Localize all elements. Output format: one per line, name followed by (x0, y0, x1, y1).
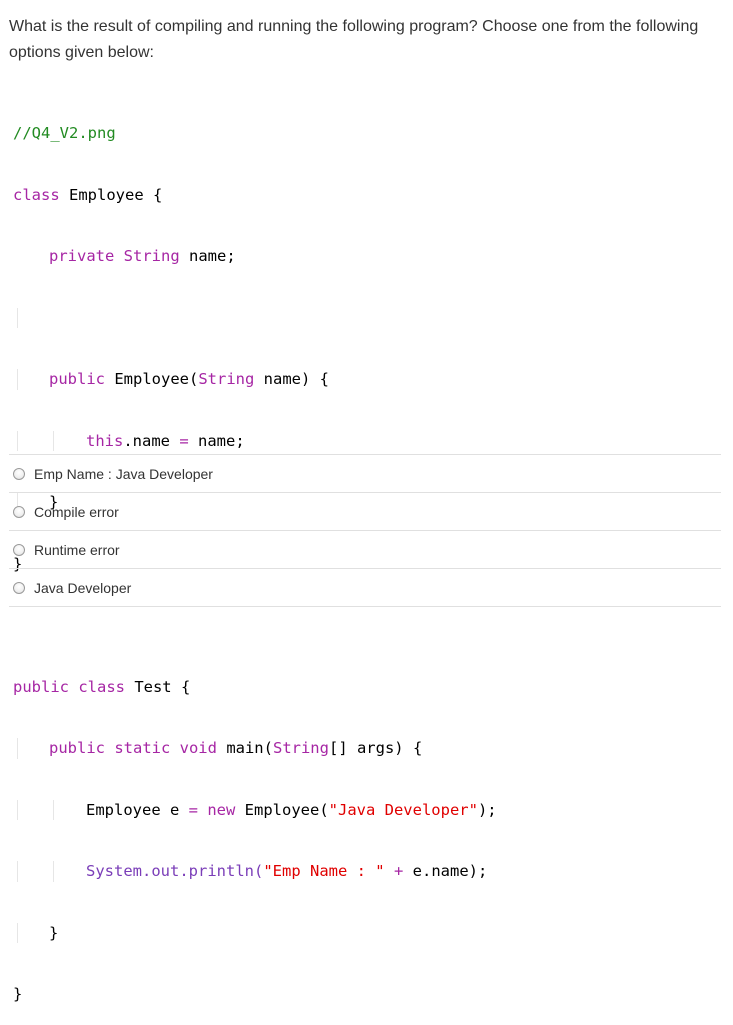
indent-guide (17, 738, 18, 759)
code-keyword-this: this (86, 431, 124, 450)
code-string-java-developer: "Java Developer" (328, 800, 478, 819)
code-main-modifiers: public static void (49, 739, 217, 757)
code-plus-op: + (384, 862, 404, 880)
code-print-end: e.name); (403, 862, 488, 880)
code-type-string: String (123, 247, 180, 265)
code-emp-end: ); (477, 800, 497, 819)
code-line-14: } (13, 922, 497, 943)
code-this-rest: .name (123, 431, 180, 450)
question-text: What is the result of compiling and runn… (9, 18, 699, 61)
code-field-rest: name; (179, 247, 236, 265)
indent-guide (53, 799, 54, 820)
option-2[interactable]: Compile error (9, 492, 721, 530)
indent-guide (17, 861, 18, 882)
code-comment: //Q4_V2.png (13, 124, 116, 142)
indent-guide (17, 799, 18, 820)
code-main-name: main( (216, 739, 273, 757)
option-1[interactable]: Emp Name : Java Developer (9, 454, 721, 492)
code-keyword-public-class: public class (13, 677, 125, 696)
option-label: Compile error (34, 503, 119, 520)
code-line-15: } (13, 984, 497, 1005)
indent-guide (17, 922, 18, 943)
option-4[interactable]: Java Developer (9, 568, 721, 607)
code-class-name: Employee { (59, 185, 163, 204)
indent-guide (17, 369, 18, 390)
indent-guide (53, 861, 54, 882)
radio-button[interactable] (13, 543, 25, 556)
code-line-10: public class Test { (13, 677, 497, 698)
code-keyword-private: private (49, 247, 115, 265)
code-line-13: System.out.println("Emp Name : " + e.nam… (13, 861, 497, 882)
code-eq-op: = (188, 800, 198, 819)
code-line-2: class Employee { (13, 185, 497, 206)
code-test-name: Test { (124, 677, 191, 696)
option-3[interactable]: Runtime error (9, 530, 721, 568)
code-ctor-name: Employee( (105, 370, 199, 388)
code-assign-rest: name; (188, 431, 245, 450)
code-system: System (86, 862, 142, 880)
code-string-emp-name: "Emp Name : " (263, 862, 385, 880)
code-type-string: String (272, 739, 329, 757)
code-close-brace: } (13, 985, 23, 1003)
indent-guide (17, 307, 18, 328)
code-close-brace: } (49, 923, 59, 942)
code-line-5: public Employee(String name) { (13, 369, 497, 390)
code-line-blank-2 (13, 615, 497, 636)
code-keyword-class: class (13, 185, 60, 204)
indent-guide (53, 430, 54, 451)
code-ctor-rest: name) { (254, 370, 329, 388)
code-line-1: //Q4_V2.png (13, 123, 497, 144)
code-emp-decl: Employee e (86, 800, 189, 819)
code-assign-op: = (179, 431, 189, 450)
code-emp-ctor: Employee( (235, 800, 329, 819)
radio-button[interactable] (13, 581, 25, 594)
radio-button[interactable] (13, 467, 25, 480)
code-println: .out.println( (142, 862, 264, 880)
code-line-6: this.name = name; (13, 430, 497, 451)
code-keyword-public: public (49, 370, 105, 388)
answer-options: Emp Name : Java Developer Compile error … (9, 454, 721, 607)
option-label: Emp Name : Java Developer (34, 465, 213, 482)
code-line-11: public static void main(String[] args) { (13, 738, 497, 759)
code-type-string: String (198, 370, 255, 388)
option-label: Java Developer (34, 579, 132, 596)
indent-guide (17, 430, 18, 451)
code-line-12: Employee e = new Employee("Java Develope… (13, 799, 497, 820)
code-keyword-new: new (198, 800, 236, 819)
code-main-rest: [] args) { (328, 739, 423, 757)
code-line-blank-1 (13, 307, 497, 328)
radio-button[interactable] (13, 505, 25, 518)
code-line-3: private String name; (13, 246, 497, 267)
option-label: Runtime error (34, 541, 120, 558)
